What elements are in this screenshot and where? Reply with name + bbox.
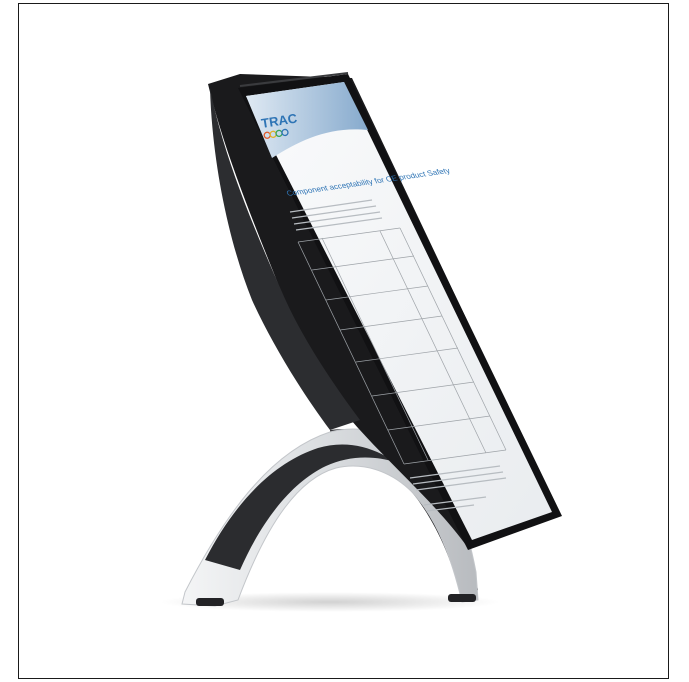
product-photo: TRAC Component acceptability for CE prod…	[160, 72, 562, 612]
base-foot-left	[196, 598, 224, 606]
base-foot-right	[448, 594, 476, 602]
